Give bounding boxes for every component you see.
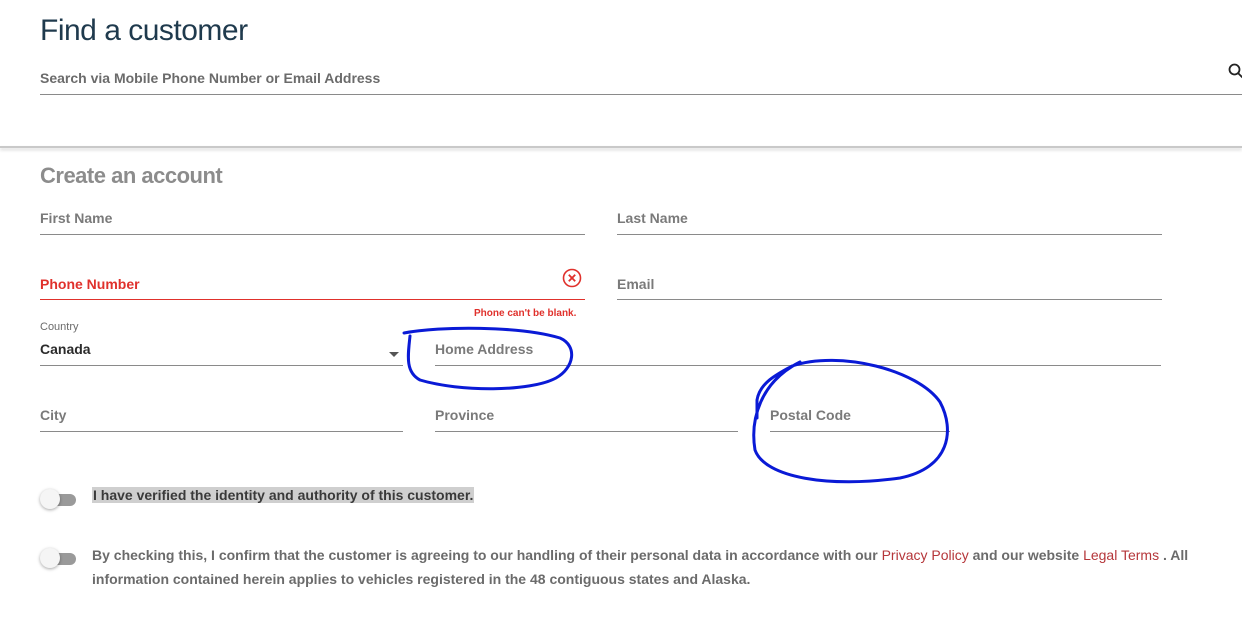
verify-identity-toggle[interactable] xyxy=(40,488,76,510)
postal-code-field[interactable]: Postal Code xyxy=(770,407,851,423)
consent-text: By checking this, I confirm that the cus… xyxy=(92,543,1222,591)
phone-number-field[interactable]: Phone Number xyxy=(40,276,140,292)
last-name-field[interactable]: Last Name xyxy=(617,210,688,226)
search-icon[interactable] xyxy=(1228,63,1242,79)
verify-identity-row: I have verified the identity and authori… xyxy=(92,487,475,505)
country-underline xyxy=(40,365,403,366)
province-field[interactable]: Province xyxy=(435,407,494,423)
city-underline xyxy=(40,431,403,432)
verify-identity-label: I have verified the identity and authori… xyxy=(92,487,475,503)
annotation-overlay xyxy=(402,326,949,484)
search-input[interactable]: Search via Mobile Phone Number or Email … xyxy=(40,70,380,86)
email-field[interactable]: Email xyxy=(617,276,654,292)
phone-error-message: Phone can't be blank. xyxy=(474,308,577,319)
consent-text-middle: and our website xyxy=(968,547,1084,563)
annotation-circle-home-address xyxy=(402,326,573,391)
email-underline xyxy=(617,299,1162,300)
city-field[interactable]: City xyxy=(40,407,66,423)
province-underline xyxy=(435,431,738,432)
consent-text-start: By checking this, I confirm that the cus… xyxy=(92,547,882,563)
privacy-policy-link[interactable]: Privacy Policy xyxy=(882,547,969,563)
postal-code-underline xyxy=(770,431,950,432)
home-address-underline xyxy=(435,365,1161,366)
first-name-field[interactable]: First Name xyxy=(40,210,112,226)
legal-terms-link[interactable]: Legal Terms xyxy=(1083,547,1159,563)
search-underline xyxy=(40,94,1242,95)
phone-underline xyxy=(40,299,585,300)
home-address-field[interactable]: Home Address xyxy=(435,341,533,357)
create-account-title: Create an account xyxy=(40,163,223,188)
error-icon xyxy=(562,268,582,288)
country-select[interactable]: Canada xyxy=(40,341,91,357)
consent-toggle[interactable] xyxy=(40,547,76,569)
section-divider xyxy=(0,146,1242,148)
last-name-underline xyxy=(617,234,1162,235)
first-name-underline xyxy=(40,234,585,235)
chevron-down-icon[interactable] xyxy=(388,346,400,357)
country-label: Country xyxy=(40,321,79,333)
find-customer-title: Find a customer xyxy=(40,14,248,47)
